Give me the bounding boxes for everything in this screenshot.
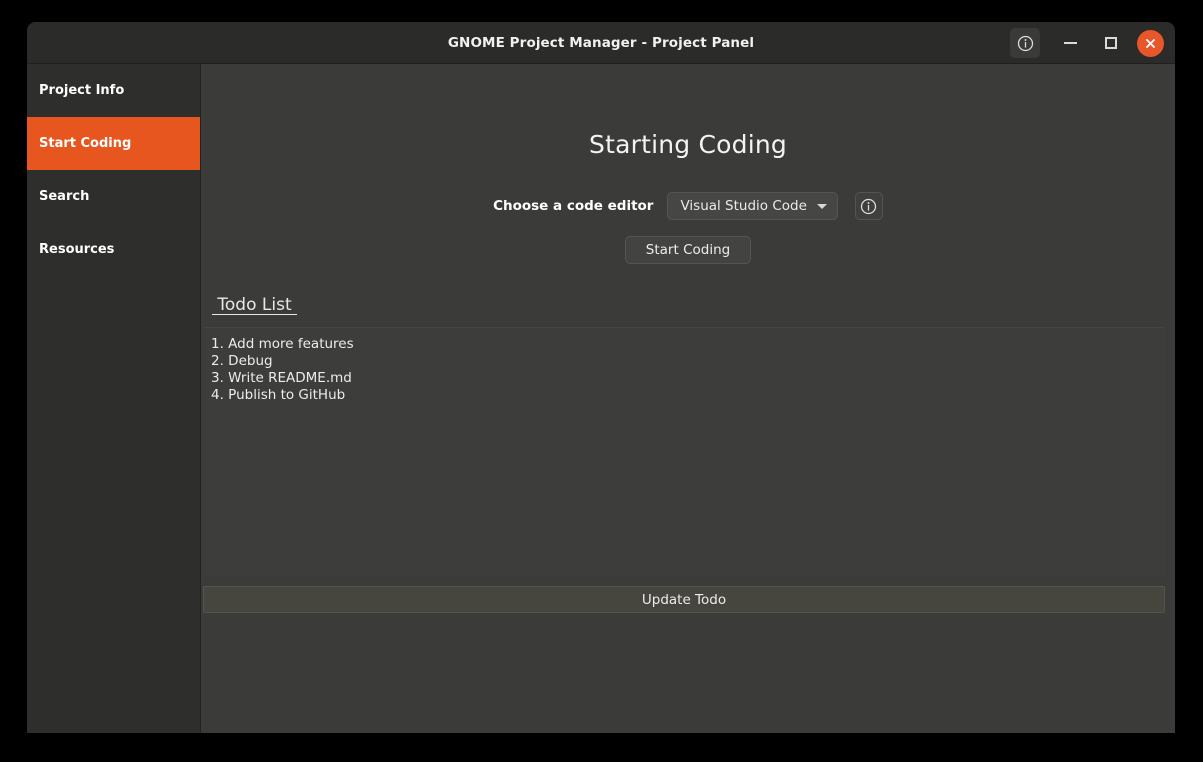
window-body: Project Info Start Coding Search Resourc…	[27, 64, 1175, 733]
start-coding-row: Start Coding	[201, 236, 1175, 264]
content-bottom-filler	[201, 613, 1175, 733]
page-title: Starting Coding	[589, 130, 787, 159]
minimize-icon	[1063, 42, 1077, 44]
todo-list-item: 2. Debug	[211, 353, 273, 369]
info-circle-icon	[861, 198, 877, 214]
todo-list-item: 4. Publish to GitHub	[211, 387, 346, 403]
sidebar-item-label: Resources	[39, 242, 115, 257]
sidebar-item-resources[interactable]: Resources	[27, 223, 200, 276]
screenshot-root: GNOME Project Manager - Project Panel Pr…	[0, 0, 1203, 762]
main-content: Starting Coding Choose a code editor Vis…	[201, 64, 1175, 733]
editor-info-button[interactable]	[854, 192, 883, 220]
maximize-button[interactable]	[1096, 28, 1126, 58]
todo-list-item: 1. Add more features	[211, 336, 354, 352]
start-coding-button[interactable]: Start Coding	[624, 236, 752, 264]
sidebar-item-start-coding[interactable]: Start Coding	[27, 117, 200, 170]
maximize-icon	[1105, 37, 1117, 49]
chevron-down-icon	[816, 203, 827, 209]
todo-list-item: 3. Write README.md	[211, 370, 352, 386]
editor-selection-row: Choose a code editor Visual Studio Code	[201, 192, 1175, 220]
sidebar-item-label: Project Info	[39, 83, 125, 98]
sidebar: Project Info Start Coding Search Resourc…	[27, 64, 201, 733]
titlebar-info-button[interactable]	[1010, 28, 1040, 58]
window-controls	[1010, 22, 1164, 64]
sidebar-item-label: Start Coding	[39, 136, 132, 151]
sidebar-item-project-info[interactable]: Project Info	[27, 64, 200, 117]
update-todo-row: Update Todo	[203, 586, 1165, 613]
update-todo-button[interactable]: Update Todo	[203, 586, 1165, 613]
todo-list-heading: Todo List	[212, 295, 298, 315]
code-editor-dropdown-value: Visual Studio Code	[680, 198, 807, 214]
sidebar-item-label: Search	[39, 189, 90, 204]
todo-list-textarea[interactable]: 1. Add more features 2. Debug 3. Write R…	[203, 327, 1165, 577]
code-editor-dropdown[interactable]: Visual Studio Code	[667, 192, 838, 220]
close-x-icon	[1146, 38, 1155, 48]
application-window: GNOME Project Manager - Project Panel Pr…	[27, 22, 1175, 733]
title-bar: GNOME Project Manager - Project Panel	[27, 22, 1175, 64]
close-button[interactable]	[1137, 29, 1164, 57]
window-title: GNOME Project Manager - Project Panel	[447, 34, 755, 51]
sidebar-item-search[interactable]: Search	[27, 170, 200, 223]
editor-label: Choose a code editor	[493, 198, 654, 214]
info-circle-icon	[1017, 35, 1033, 51]
minimize-button[interactable]	[1055, 28, 1085, 58]
